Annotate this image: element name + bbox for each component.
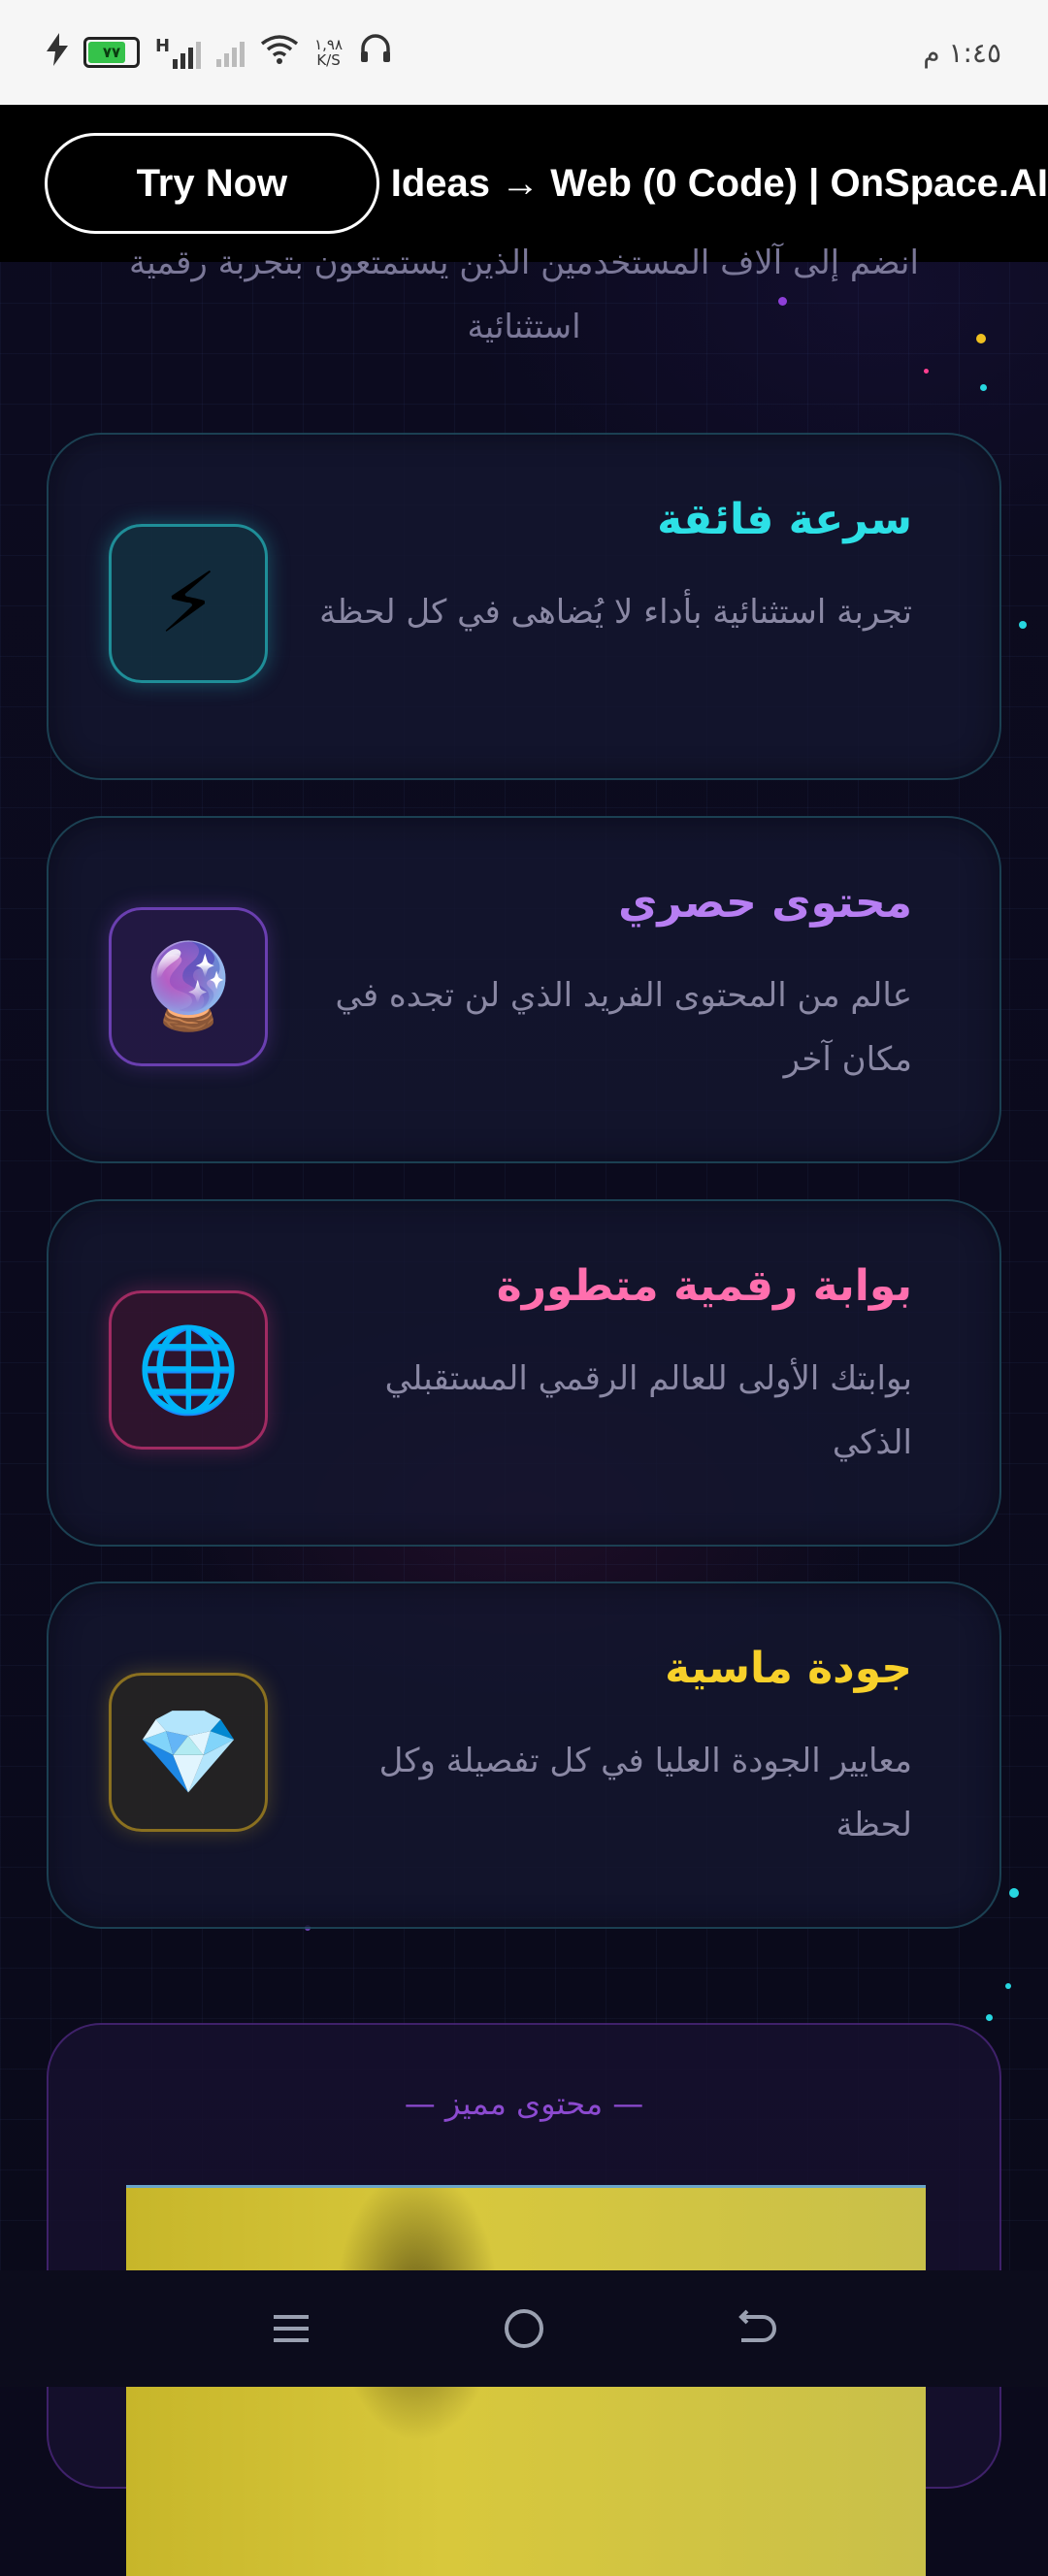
- system-nav-bar: [0, 2270, 1048, 2387]
- feature-description: بوابتك الأولى للعالم الرقمي المستقبلي ال…: [384, 1359, 912, 1462]
- particle-dot: [976, 334, 986, 343]
- feature-card-exclusive[interactable]: محتوى حصري عالم من المحتوى الفريد الذي ل…: [47, 816, 1001, 1163]
- feature-title: محتوى حصري: [618, 878, 912, 928]
- feature-title: بوابة رقمية متطورة: [496, 1261, 912, 1311]
- battery-level: ٧٧: [102, 44, 121, 61]
- particle-dot: [1019, 621, 1027, 629]
- feature-title: جودة ماسية: [665, 1644, 912, 1693]
- feature-description: تجربة استثنائية بأداء لا يُضاهى في كل لح…: [319, 593, 912, 632]
- try-now-button[interactable]: Try Now: [45, 133, 379, 234]
- feature-title: سرعة فائقة: [657, 495, 912, 544]
- feature-card-portal[interactable]: بوابة رقمية متطورة بوابتك الأولى للعالم …: [47, 1199, 1001, 1547]
- clock: ١:٤٥ م: [923, 36, 1001, 69]
- back-button[interactable]: [713, 2285, 801, 2372]
- charging-icon: [47, 32, 68, 73]
- signal-weak-icon: [216, 38, 246, 67]
- intro-text: انضم إلى آلاف المستخدمين الذين يستمتعون …: [129, 244, 919, 346]
- particle-dot: [986, 2014, 993, 2021]
- battery-icon: ٧٧: [83, 37, 140, 68]
- feature-card-quality[interactable]: جودة ماسية معايير الجودة العليا في كل تف…: [47, 1581, 1001, 1929]
- particle-dot: [1005, 1983, 1011, 1989]
- home-button[interactable]: [480, 2285, 568, 2372]
- mobile-signal-icon: H: [155, 36, 202, 69]
- particle-dot: [980, 384, 987, 391]
- feature-card-speed[interactable]: سرعة فائقة تجربة استثنائية بأداء لا يُضا…: [47, 433, 1001, 780]
- feature-description: معايير الجودة العليا في كل تفصيلة وكل لح…: [378, 1742, 912, 1844]
- headset-icon: [358, 32, 393, 74]
- wifi-icon: [260, 34, 299, 72]
- diamond-icon: 💎: [109, 1673, 268, 1832]
- premium-label: — محتوى مميز —: [404, 2085, 644, 2122]
- menu-button[interactable]: [247, 2285, 335, 2372]
- crystal-ball-icon: 🔮: [109, 907, 268, 1066]
- banner-title[interactable]: Ideas → Web (0 Code) | OnSpace.AI: [391, 162, 1048, 206]
- premium-section: — محتوى مميز —: [47, 2023, 1001, 2576]
- back-icon: [738, 2309, 776, 2342]
- menu-icon: [274, 2315, 309, 2342]
- particle-dot: [924, 369, 929, 374]
- network-speed: ١,٩٨ K/S: [314, 36, 344, 69]
- status-bar: ٧٧ H ١,٩٨ K/S ١:٤٥ م: [0, 0, 1048, 105]
- particle-dot: [1009, 1888, 1019, 1898]
- globe-icon: 🌐: [109, 1290, 268, 1450]
- lightning-icon: ⚡: [109, 524, 268, 683]
- feature-description: عالم من المحتوى الفريد الذي لن تجده في م…: [335, 976, 912, 1079]
- home-circle-icon: [505, 2309, 543, 2348]
- status-icons: ٧٧ H ١,٩٨ K/S: [47, 32, 393, 74]
